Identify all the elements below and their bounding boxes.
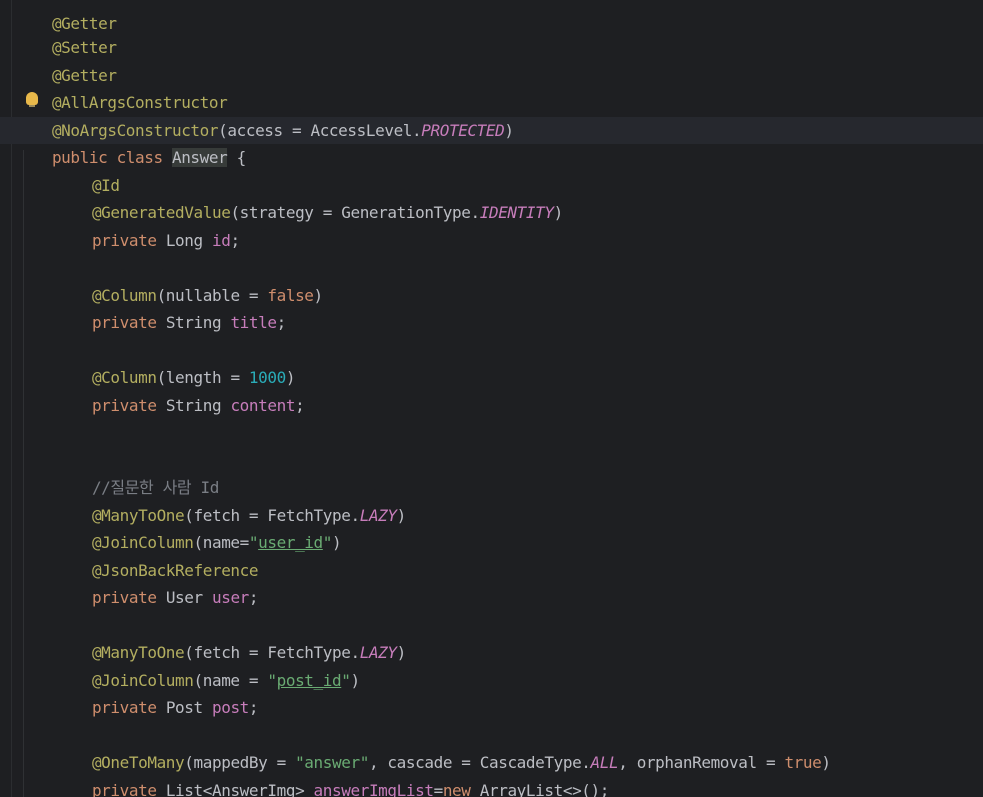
code-line[interactable]: @JoinColumn(name="user_id") xyxy=(55,502,342,552)
code-text: , orphanRemoval = xyxy=(618,753,785,772)
field-name: content xyxy=(230,396,296,415)
keyword: private xyxy=(91,231,166,250)
code-text: ) xyxy=(313,286,324,305)
code-line[interactable]: private Post post; xyxy=(55,667,259,717)
code-line[interactable]: @GeneratedValue(strategy = GenerationTyp… xyxy=(55,172,563,222)
code-line[interactable]: private List<AnswerImg> answerImgList=ne… xyxy=(55,750,609,797)
enum-constant: LAZY xyxy=(359,506,397,525)
enum-constant: PROTECTED xyxy=(421,121,505,140)
lightbulb-icon[interactable] xyxy=(26,92,38,107)
code-line[interactable]: @NoArgsConstructor(access = AccessLevel.… xyxy=(15,90,514,140)
field-name: answerImgList xyxy=(313,781,434,797)
field-name: title xyxy=(230,313,277,332)
keyword: new xyxy=(442,781,480,797)
code-line[interactable]: private Long id; xyxy=(55,200,240,250)
code-editor[interactable]: @Getter @Setter @Getter @AllArgsConstruc… xyxy=(0,0,983,797)
code-text: ) xyxy=(504,121,514,140)
code-text: ) xyxy=(553,203,564,222)
type-name: String xyxy=(165,313,231,332)
code-line[interactable]: @ManyToOne(fetch = FetchType.LAZY) xyxy=(55,612,406,662)
code-text: ArrayList<>(); xyxy=(479,781,610,797)
code-text: ) xyxy=(396,643,407,662)
field-name: id xyxy=(211,231,231,250)
code-text: ) xyxy=(821,753,831,772)
code-line[interactable]: private User user; xyxy=(55,557,259,607)
string-literal[interactable]: post_id xyxy=(277,671,342,690)
class-name: Answer xyxy=(171,148,228,167)
code-text: { xyxy=(227,148,247,167)
code-text: ; xyxy=(230,231,240,250)
code-text: ; xyxy=(248,698,259,717)
type-name: String xyxy=(165,396,231,415)
code-line[interactable]: @ManyToOne(fetch = FetchType.LAZY) xyxy=(55,475,406,525)
type-name: Long xyxy=(165,231,212,250)
indent-guide xyxy=(23,150,24,797)
field-name: user xyxy=(211,588,249,607)
code-line[interactable]: @Column(nullable = false) xyxy=(55,255,323,305)
code-line[interactable]: @Id xyxy=(55,145,120,195)
type-name: List<AnswerImg> xyxy=(165,781,314,797)
code-text: (access = AccessLevel. xyxy=(218,121,422,140)
code-line[interactable]: //질문한 사람 Id xyxy=(55,447,219,497)
string-quote: " xyxy=(267,671,277,690)
keyword: private xyxy=(91,313,166,332)
code-line[interactable]: @Setter xyxy=(15,7,117,57)
code-line[interactable]: @OneToMany(mappedBy = "answer", cascade … xyxy=(55,722,831,772)
code-line[interactable]: @JoinColumn(name = "post_id") xyxy=(55,640,360,690)
keyword: true xyxy=(784,753,822,772)
code-text: ; xyxy=(276,313,287,332)
code-line[interactable]: @JsonBackReference xyxy=(55,530,259,580)
code-text: (strategy = GenerationType. xyxy=(230,203,480,222)
type-name: User xyxy=(165,588,212,607)
code-text: ; xyxy=(248,588,259,607)
code-text: ) xyxy=(332,533,342,552)
code-line[interactable]: @AllArgsConstructor xyxy=(15,62,228,112)
keyword: private xyxy=(91,698,166,717)
code-line[interactable]: private String title; xyxy=(55,282,286,332)
code-text: = xyxy=(433,781,444,797)
string-quote: " xyxy=(322,533,333,552)
keyword: private xyxy=(91,588,166,607)
enum-constant: IDENTITY xyxy=(479,203,554,222)
code-line[interactable]: @Getter xyxy=(15,35,117,85)
keyword: private xyxy=(91,396,166,415)
code-text: ) xyxy=(396,506,407,525)
keyword: private xyxy=(91,781,166,797)
type-name: Post xyxy=(165,698,212,717)
code-line[interactable]: @Column(length = 1000) xyxy=(55,337,296,387)
code-text: ) xyxy=(350,671,360,690)
code-line-current[interactable]: public class Answer { xyxy=(15,117,246,167)
enum-constant: LAZY xyxy=(359,643,397,662)
string-literal[interactable]: user_id xyxy=(258,533,323,552)
code-line[interactable]: private String content; xyxy=(55,365,305,415)
field-name: post xyxy=(211,698,249,717)
code-text: ; xyxy=(295,396,305,415)
